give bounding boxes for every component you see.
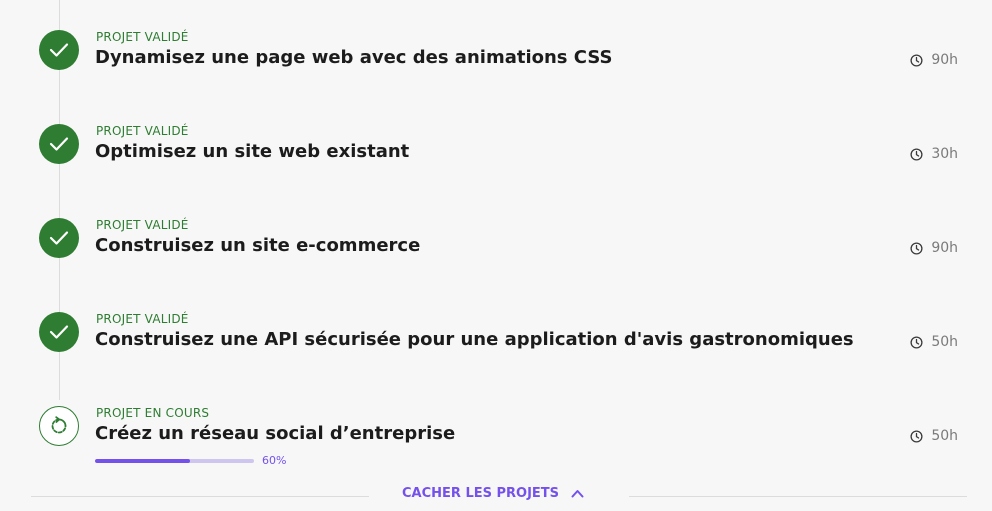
check-icon <box>49 325 69 339</box>
project-duration: 90h <box>910 52 958 68</box>
project-item[interactable]: PROJET EN COURS Créez un réseau social d… <box>0 406 992 486</box>
duration-value: 30h <box>931 146 958 162</box>
footer-divider-right <box>629 496 967 497</box>
check-icon <box>49 137 69 151</box>
project-item[interactable]: PROJET VALIDÉ Dynamisez une page web ave… <box>0 30 992 110</box>
clock-icon <box>910 147 923 161</box>
footer-divider-left <box>31 496 369 497</box>
progress-track <box>95 458 254 463</box>
project-item[interactable]: PROJET VALIDÉ Construisez un site e-comm… <box>0 218 992 298</box>
clock-icon <box>910 241 923 255</box>
chevron-up-icon <box>571 490 584 498</box>
check-icon <box>49 43 69 57</box>
duration-value: 90h <box>931 240 958 256</box>
project-duration: 30h <box>910 146 958 162</box>
progress-percentage: 60% <box>262 454 287 467</box>
project-status: PROJET VALIDÉ <box>96 30 189 44</box>
project-status: PROJET VALIDÉ <box>96 124 189 138</box>
hide-projects-label: CACHER LES PROJETS <box>402 486 560 501</box>
in-progress-status-icon <box>39 406 79 446</box>
check-icon <box>49 231 69 245</box>
project-timeline: PROJET VALIDÉ Dynamisez une page web ave… <box>0 0 992 511</box>
project-title[interactable]: Créez un réseau social d’entreprise <box>95 423 455 444</box>
hide-projects-button[interactable]: CACHER LES PROJETS <box>402 486 584 501</box>
project-title[interactable]: Optimisez un site web existant <box>95 141 409 162</box>
project-progress: 60% <box>95 454 286 467</box>
clock-icon <box>910 53 923 67</box>
progress-fill <box>95 458 191 463</box>
validated-status-icon <box>39 124 79 164</box>
validated-status-icon <box>39 312 79 352</box>
duration-value: 90h <box>931 52 958 68</box>
duration-value: 50h <box>931 334 958 350</box>
duration-value: 50h <box>931 428 958 444</box>
validated-status-icon <box>39 30 79 70</box>
clock-icon <box>910 335 923 349</box>
clock-icon <box>910 429 923 443</box>
project-item[interactable]: PROJET VALIDÉ Optimisez un site web exis… <box>0 124 992 204</box>
validated-status-icon <box>39 218 79 258</box>
project-duration: 90h <box>910 240 958 256</box>
project-duration: 50h <box>910 334 958 350</box>
project-item[interactable]: PROJET VALIDÉ Construisez une API sécuri… <box>0 312 992 392</box>
project-title[interactable]: Dynamisez une page web avec des animatio… <box>95 47 612 68</box>
project-status: PROJET VALIDÉ <box>96 312 189 326</box>
project-duration: 50h <box>910 428 958 444</box>
refresh-icon <box>51 416 67 434</box>
project-title[interactable]: Construisez un site e-commerce <box>95 235 420 256</box>
project-status: PROJET EN COURS <box>96 406 210 420</box>
project-title[interactable]: Construisez une API sécurisée pour une a… <box>95 329 854 350</box>
project-status: PROJET VALIDÉ <box>96 218 189 232</box>
